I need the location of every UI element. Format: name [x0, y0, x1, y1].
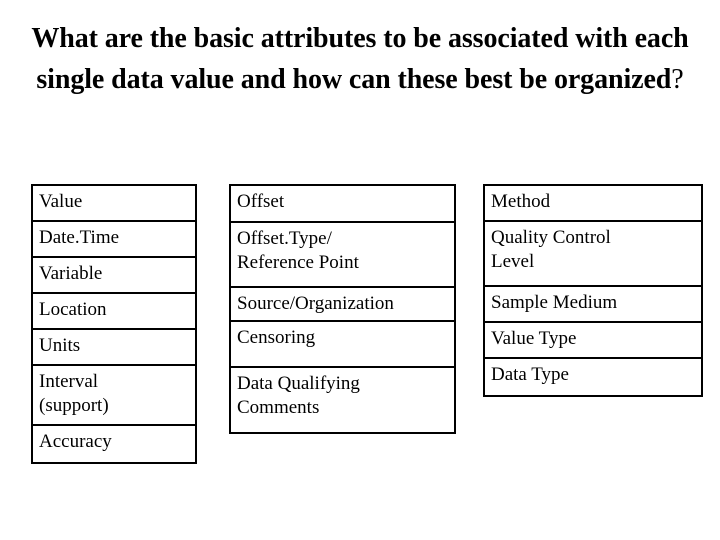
table-row: Interval (support) [33, 366, 195, 426]
table-row: Sample Medium [485, 287, 701, 323]
table-row: Value [33, 186, 195, 222]
table-row: Offset [231, 186, 454, 223]
table-row: Location [33, 294, 195, 330]
table-row: Data Qualifying Comments [237, 373, 360, 418]
table-row: Method [485, 186, 701, 222]
value-attributes-table: Value Date.Time Variable Location Units … [31, 184, 197, 464]
table-row: Units [33, 330, 195, 366]
table-row: Offset.Type/ Reference Point [231, 223, 454, 288]
table-row: Source/Organization [231, 288, 454, 322]
method-attributes-table: Method Quality Control Level Sample Medi… [483, 184, 703, 397]
title-line-1: What are the basic attributes to be [31, 23, 442, 54]
table-row: Accuracy [39, 431, 112, 452]
title-line-3: how can these best be organized [292, 64, 672, 95]
table-row: Data Type [491, 364, 569, 385]
table-row: Date.Time [33, 222, 195, 258]
offset-attributes-table: Offset Offset.Type/ Reference Point Sour… [229, 184, 456, 434]
table-row: Value Type [485, 323, 701, 359]
title-question-mark: ? [671, 64, 684, 95]
page-title: What are the basic attributes to be asso… [30, 18, 690, 100]
table-row: Variable [33, 258, 195, 294]
table-row: Censoring [231, 322, 454, 368]
table-row: Quality Control Level [485, 222, 701, 287]
